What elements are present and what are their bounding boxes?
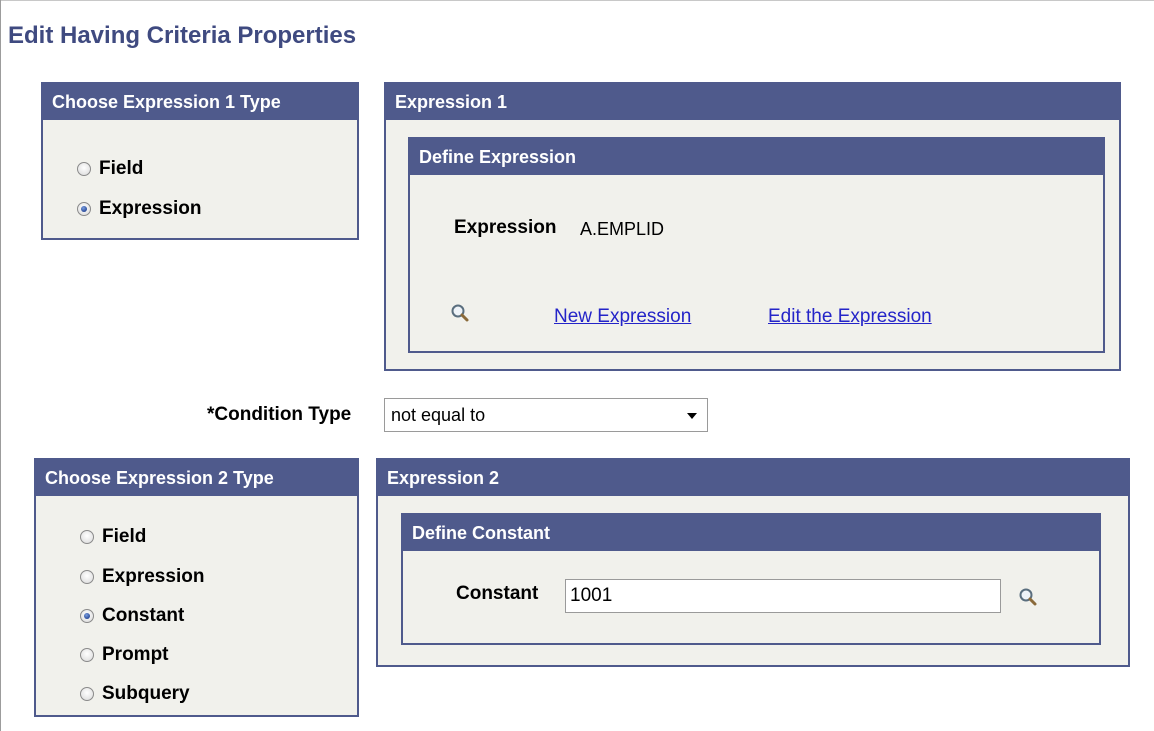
radio-label: Field xyxy=(102,526,147,547)
magnifier-icon[interactable] xyxy=(1018,587,1038,607)
define-constant-panel: Define Constant Constant xyxy=(401,513,1101,645)
new-expression-link[interactable]: New Expression xyxy=(554,306,691,328)
radio-label: Field xyxy=(99,158,144,179)
radio-label: Expression xyxy=(99,198,202,219)
expr2-type-field-option[interactable]: Field xyxy=(80,524,146,550)
expr1-type-field-option[interactable]: Field xyxy=(77,156,143,182)
expression2-header: Expression 2 xyxy=(378,460,1128,496)
expr2-type-subquery-option[interactable]: Subquery xyxy=(80,681,190,707)
magnifier-icon[interactable] xyxy=(450,303,470,323)
radio-label: Subquery xyxy=(102,683,190,704)
define-constant-header: Define Constant xyxy=(403,515,1099,551)
radio-button[interactable] xyxy=(80,530,94,544)
expr2-type-expression-option[interactable]: Expression xyxy=(80,564,204,590)
page-title: Edit Having Criteria Properties xyxy=(8,22,357,49)
condition-type-value: not equal to xyxy=(391,405,486,425)
constant-input[interactable] xyxy=(565,579,1001,613)
expression1-type-panel: Choose Expression 1 Type Field Expressio… xyxy=(41,82,359,240)
expr2-type-prompt-option[interactable]: Prompt xyxy=(80,642,169,668)
condition-type-label: *Condition Type xyxy=(207,404,352,425)
expression-label: Expression xyxy=(454,217,557,238)
define-expression-panel: Define Expression Expression A.EMPLID Ne… xyxy=(408,137,1105,353)
edit-expression-link[interactable]: Edit the Expression xyxy=(768,306,932,328)
chevron-down-icon xyxy=(687,413,697,419)
expression-value: A.EMPLID xyxy=(580,219,665,239)
expression2-type-panel: Choose Expression 2 Type Field Expressio… xyxy=(34,458,359,717)
radio-label: Expression xyxy=(102,566,205,587)
condition-type-select[interactable]: not equal to xyxy=(384,398,708,432)
radio-button-selected[interactable] xyxy=(80,609,94,623)
radio-button[interactable] xyxy=(80,570,94,584)
top-border xyxy=(0,0,1154,1)
radio-label: Constant xyxy=(102,605,185,626)
define-expression-header: Define Expression xyxy=(410,139,1103,175)
radio-label: Prompt xyxy=(102,644,169,665)
radio-button-selected[interactable] xyxy=(77,202,91,216)
expression1-type-header: Choose Expression 1 Type xyxy=(43,84,357,120)
radio-button[interactable] xyxy=(77,162,91,176)
expression1-panel: Expression 1 Define Expression Expressio… xyxy=(384,82,1121,371)
expression1-header: Expression 1 xyxy=(386,84,1119,120)
radio-button[interactable] xyxy=(80,648,94,662)
expr1-type-expression-option[interactable]: Expression xyxy=(77,196,201,222)
expr2-type-constant-option[interactable]: Constant xyxy=(80,603,184,629)
radio-button[interactable] xyxy=(80,687,94,701)
expression2-type-header: Choose Expression 2 Type xyxy=(36,460,357,496)
expression2-panel: Expression 2 Define Constant Constant xyxy=(376,458,1130,667)
constant-label: Constant xyxy=(456,583,539,604)
left-border xyxy=(0,0,1,731)
